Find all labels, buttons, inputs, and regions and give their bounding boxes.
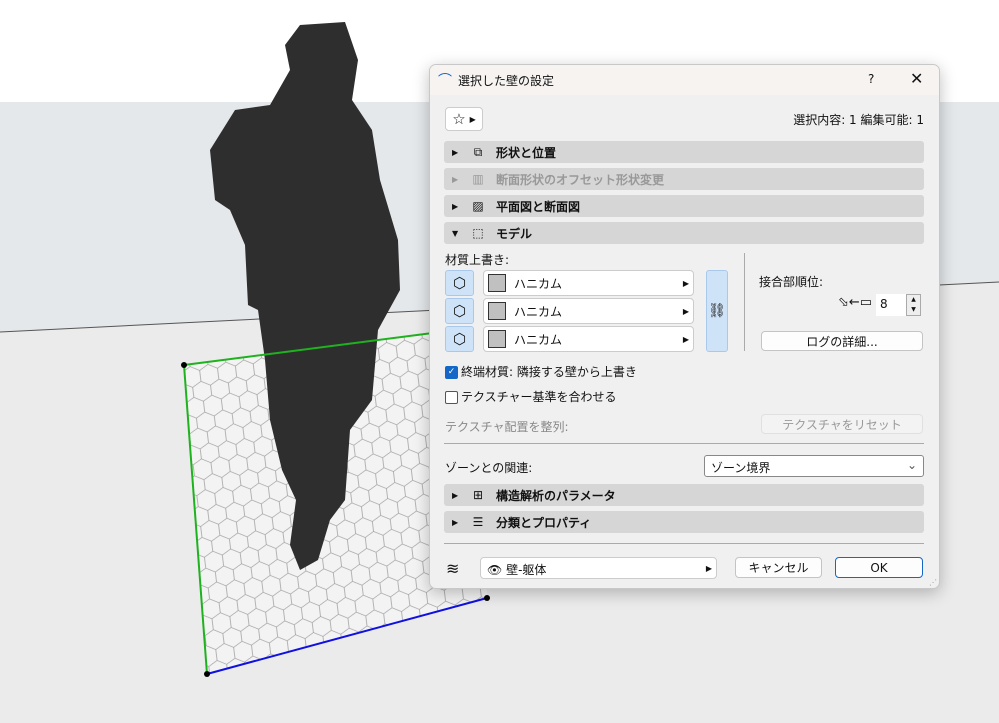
expand-icon: ▶ — [452, 201, 459, 211]
checkbox-label: 終端材質: 隣接する壁から上書き — [461, 365, 637, 379]
section-profile-offset: ▶ ▥ 断面形状のオフセット形状変更 — [444, 168, 924, 190]
zone-select[interactable]: ゾーン境界 ⌄ — [704, 455, 924, 477]
expand-icon: ▶ — [452, 517, 459, 527]
swatch — [488, 302, 506, 320]
surface-value: ハニカム — [514, 276, 563, 291]
link-surfaces-button[interactable]: ⛓ — [706, 270, 728, 352]
cube-icon: ⬡ — [452, 274, 467, 292]
triangle-right-icon: ▶ — [705, 564, 712, 573]
surface-select[interactable]: ハニカム ▶ — [483, 326, 694, 352]
end-surface-checkbox[interactable]: ✓ 終端材質: 隣接する壁から上書き — [445, 363, 637, 380]
floorplan-icon: ▨ — [472, 199, 484, 213]
section-structural[interactable]: ▶ ⊞ 構造解析のパラメータ — [444, 484, 924, 506]
properties-icon: ☰ — [472, 515, 484, 529]
section-floorplan[interactable]: ▶ ▨ 平面図と断面図 — [444, 195, 924, 217]
log-details-button[interactable]: ログの詳細... — [761, 331, 923, 351]
checkbox-checked[interactable]: ✓ — [445, 366, 458, 379]
triangle-right-icon: ▶ — [469, 114, 476, 124]
model-icon: ⬚ — [472, 226, 484, 240]
zone-value: ゾーン境界 — [711, 461, 771, 475]
swatch — [488, 274, 506, 292]
reset-texture-button: テクスチャをリセット — [761, 414, 923, 434]
expand-icon: ▶ — [452, 174, 459, 184]
surface-value: ハニカム — [514, 332, 563, 347]
surface-other-button[interactable]: ⬡ — [445, 326, 474, 352]
checkbox-label: テクスチャー基準を合わせる — [461, 390, 617, 404]
title-bar[interactable]: ⌒ 選択した壁の設定 ? ✕ — [430, 65, 939, 95]
triangle-right-icon: ▶ — [682, 306, 689, 316]
zone-label: ゾーンとの関連: — [445, 461, 533, 475]
archicad-logo-icon: ⌒ — [438, 73, 452, 89]
selection-info: 選択内容: 1 編集可能: 1 — [793, 113, 924, 127]
section-label: 断面形状のオフセット形状変更 — [496, 172, 665, 187]
surface-side-button[interactable]: ⬡ — [445, 298, 474, 324]
texture-align-label: テクスチャ配置を整列: — [445, 420, 569, 434]
align-texture-checkbox[interactable]: テクスチャー基準を合わせる — [445, 388, 617, 405]
surface-value: ハニカム — [514, 304, 563, 319]
dialog-title: 選択した壁の設定 — [458, 73, 555, 88]
section-label: 平面図と断面図 — [496, 199, 581, 214]
section-label: モデル — [496, 226, 533, 241]
triangle-right-icon: ▶ — [682, 278, 689, 288]
collapse-icon: ▼ — [452, 228, 459, 238]
cube-icon: ⬡ — [452, 330, 467, 348]
override-label: 材質上書き: — [445, 253, 510, 267]
chevron-down-icon: ⌄ — [906, 458, 917, 472]
section-properties[interactable]: ▶ ☰ 分類とプロパティ — [444, 511, 924, 533]
profile-icon: ▥ — [472, 172, 484, 186]
junction-stepper[interactable]: ▲ ▼ — [906, 294, 921, 316]
structural-icon: ⊞ — [472, 488, 484, 502]
section-label: 構造解析のパラメータ — [496, 488, 616, 503]
close-button[interactable]: ✕ — [910, 69, 923, 88]
section-label: 形状と位置 — [496, 145, 557, 160]
geometry-icon: ⧉ — [473, 144, 483, 159]
layer-value: 壁-躯体 — [506, 563, 547, 577]
star-icon: ☆ — [452, 110, 466, 128]
checkbox-unchecked[interactable] — [445, 391, 458, 404]
divider — [444, 543, 924, 544]
triangle-right-icon: ▶ — [682, 334, 689, 344]
resize-grip-icon[interactable]: ⋰ — [929, 578, 937, 587]
section-model[interactable]: ▼ ⬚ モデル — [444, 222, 924, 244]
surface-select[interactable]: ハニカム ▶ — [483, 298, 694, 324]
divider — [444, 443, 924, 444]
cube-icon: ⬡ — [452, 302, 467, 320]
swatch — [488, 330, 506, 348]
junction-label: 接合部順位: — [759, 275, 824, 289]
surface-top-button[interactable]: ⬡ — [445, 270, 474, 296]
wall-settings-dialog: ⌒ 選択した壁の設定 ? ✕ ☆ ▶ 選択内容: 1 編集可能: 1 ▶ ⧉ 形状と位… — [429, 64, 940, 589]
section-geometry[interactable]: ▶ ⧉ 形状と位置 — [444, 141, 924, 163]
section-label: 分類とプロパティ — [496, 515, 592, 530]
surface-select[interactable]: ハニカム ▶ — [483, 270, 694, 296]
chain-link-icon: ⛓ — [708, 303, 726, 319]
junction-priority-icon: ⬂←▭ — [838, 295, 873, 310]
layer-select[interactable]: 👁 壁-躯体 ▶ — [480, 557, 717, 579]
cancel-button[interactable]: キャンセル — [735, 557, 822, 578]
help-button[interactable]: ? — [868, 72, 874, 86]
junction-priority-input[interactable]: 8 — [876, 294, 906, 316]
ok-button[interactable]: OK — [835, 557, 923, 578]
layers-icon: ≋ — [446, 559, 460, 578]
favorites-button[interactable]: ☆ ▶ — [445, 107, 483, 131]
expand-icon: ▶ — [452, 490, 459, 500]
expand-icon: ▶ — [452, 147, 459, 157]
eye-icon: 👁 — [487, 563, 503, 577]
divider — [744, 253, 745, 351]
